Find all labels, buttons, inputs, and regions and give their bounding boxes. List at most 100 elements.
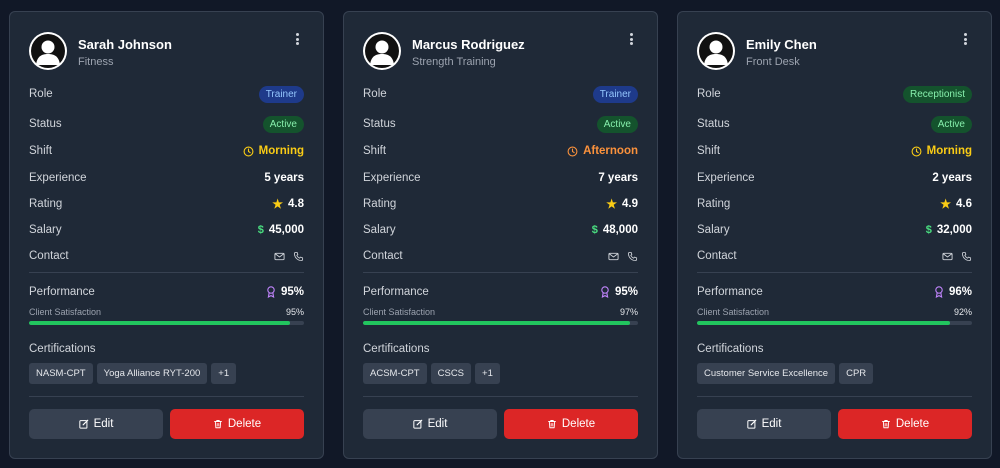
mail-icon[interactable] xyxy=(608,251,619,262)
status-row: Status Active xyxy=(697,114,972,134)
edit-button[interactable]: Edit xyxy=(363,409,497,439)
rating-value: ★ 4.9 xyxy=(606,197,638,211)
salary-value: $ 32,000 xyxy=(926,224,972,236)
delete-button[interactable]: Delete xyxy=(170,409,304,439)
role-badge: Trainer xyxy=(592,85,638,103)
shift-row: Shift Morning xyxy=(697,141,972,161)
rating-value: ★ 4.6 xyxy=(940,197,972,211)
more-certifications-chip[interactable]: +1 xyxy=(475,363,500,384)
status-label: Status xyxy=(29,118,62,130)
delete-label: Delete xyxy=(561,418,596,430)
staff-name: Emily Chen xyxy=(746,37,817,52)
satisfaction-percent: 95% xyxy=(285,307,304,317)
shift-value: Morning xyxy=(243,145,304,157)
status-badge: Active xyxy=(930,115,972,133)
dollar-icon: $ xyxy=(591,224,598,236)
experience-label: Experience xyxy=(29,172,87,184)
avatar xyxy=(29,32,67,70)
shift-row: Shift Afternoon xyxy=(363,141,638,161)
phone-icon[interactable] xyxy=(627,251,638,262)
award-icon xyxy=(601,286,609,298)
edit-label: Edit xyxy=(761,418,782,430)
more-certifications-chip[interactable]: +1 xyxy=(211,363,237,384)
star-icon: ★ xyxy=(272,197,283,211)
certifications-label: Certifications xyxy=(29,343,96,355)
avatar xyxy=(363,32,401,70)
card-actions: Edit Delete xyxy=(29,409,304,439)
trash-icon xyxy=(214,420,222,429)
edit-icon xyxy=(412,419,422,429)
mail-icon[interactable] xyxy=(942,251,953,262)
delete-button[interactable]: Delete xyxy=(838,409,972,439)
clock-icon xyxy=(911,146,922,156)
rating-row: Rating ★ 4.9 xyxy=(363,194,638,214)
card-actions: Edit Delete xyxy=(697,409,972,439)
role-row: Role Receptionist xyxy=(697,84,972,104)
clock-icon xyxy=(243,146,254,156)
shift-text: Morning xyxy=(926,145,972,157)
phone-icon[interactable] xyxy=(293,251,304,262)
contact-row: Contact xyxy=(363,246,638,266)
experience-row: Experience 5 years xyxy=(29,168,304,188)
satisfaction-row: Client Satisfaction 95% xyxy=(29,307,304,317)
delete-button[interactable]: Delete xyxy=(504,409,638,439)
more-vertical-icon[interactable] xyxy=(958,31,972,47)
delete-label: Delete xyxy=(227,418,262,430)
satisfaction-label: Client Satisfaction xyxy=(29,307,102,317)
dollar-icon: $ xyxy=(925,224,932,236)
performance-text: 96% xyxy=(948,286,972,298)
card-header: Emily Chen Front Desk xyxy=(678,12,991,84)
satisfaction-progress-bar xyxy=(363,321,638,325)
shift-value: Morning xyxy=(911,145,972,157)
certification-chip: Yoga Alliance RYT-200 xyxy=(96,363,208,384)
satisfaction-progress-fill xyxy=(29,321,291,325)
divider xyxy=(29,272,304,273)
rating-value: ★ 4.8 xyxy=(272,197,304,211)
performance-row: Performance 95% xyxy=(363,282,638,302)
certifications-list: ACSM-CPT CSCS +1 xyxy=(363,363,638,384)
satisfaction-row: Client Satisfaction 92% xyxy=(697,307,972,317)
experience-label: Experience xyxy=(697,172,755,184)
experience-label: Experience xyxy=(363,172,421,184)
performance-label: Performance xyxy=(29,286,95,298)
mail-icon[interactable] xyxy=(274,251,285,262)
rating-text: 4.9 xyxy=(622,198,638,210)
rating-text: 4.6 xyxy=(956,198,972,210)
certifications-label: Certifications xyxy=(697,343,764,355)
edit-icon xyxy=(746,419,756,429)
experience-row: Experience 7 years xyxy=(363,168,638,188)
satisfaction-progress-bar xyxy=(29,321,304,325)
shift-value: Afternoon xyxy=(567,145,638,157)
role-row: Role Trainer xyxy=(363,84,638,104)
staff-card: Emily Chen Front Desk Role Receptionist … xyxy=(677,11,992,459)
satisfaction-percent: 97% xyxy=(619,307,638,317)
edit-button[interactable]: Edit xyxy=(697,409,831,439)
contact-actions xyxy=(942,251,972,262)
experience-row: Experience 2 years xyxy=(697,168,972,188)
shift-label: Shift xyxy=(29,145,53,157)
more-vertical-icon[interactable] xyxy=(624,31,638,47)
more-vertical-icon[interactable] xyxy=(290,31,304,47)
certification-chip: NASM-CPT xyxy=(29,363,93,384)
contact-row: Contact xyxy=(697,246,972,266)
salary-text: 32,000 xyxy=(936,224,972,236)
edit-label: Edit xyxy=(93,418,114,430)
experience-value: 5 years xyxy=(264,172,304,184)
staff-department: Fitness xyxy=(78,56,114,68)
salary-label: Salary xyxy=(363,224,396,236)
role-label: Role xyxy=(697,88,721,100)
contact-label: Contact xyxy=(363,250,403,262)
certification-chip: Customer Service Excellence xyxy=(697,363,836,384)
edit-icon xyxy=(78,419,88,429)
contact-actions xyxy=(608,251,638,262)
divider xyxy=(697,396,972,397)
award-icon xyxy=(935,286,943,298)
staff-name: Sarah Johnson xyxy=(78,37,172,52)
phone-icon[interactable] xyxy=(961,251,972,262)
avatar xyxy=(697,32,735,70)
salary-value: $ 45,000 xyxy=(258,224,304,236)
edit-button[interactable]: Edit xyxy=(29,409,163,439)
satisfaction-label: Client Satisfaction xyxy=(697,307,770,317)
certifications-list: Customer Service Excellence CPR xyxy=(697,363,972,384)
salary-text: 45,000 xyxy=(268,224,304,236)
